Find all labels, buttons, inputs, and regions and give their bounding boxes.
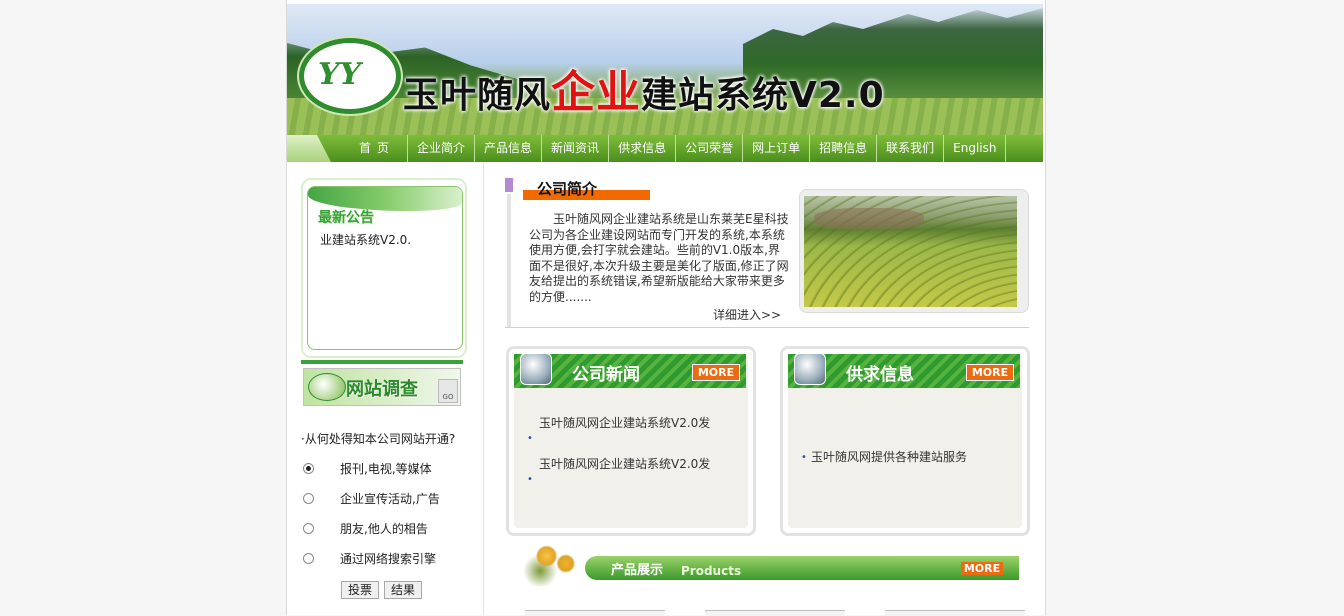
radio-option-2[interactable] [303, 492, 314, 504]
survey-title: 网站调查 [346, 379, 418, 400]
nav-item-news[interactable]: 新闻资讯 [542, 135, 610, 162]
nav-item-contact[interactable]: 联系我们 [877, 135, 945, 162]
survey-banner: 网站调查 GO [303, 368, 461, 406]
about-header: 公司简介 [523, 178, 650, 200]
survey-option-3[interactable]: 朋友,他人的相告 [303, 520, 428, 536]
survey-option-label: 通过网络搜索引擎 [340, 551, 437, 566]
news-box: 公司新闻 MORE • 玉叶随风网企业建站系统V2.0发 • 玉叶随风网企业建站… [506, 346, 756, 536]
supply-item[interactable]: • 玉叶随风网提供各种建站服务 [801, 449, 1011, 490]
products-title: 产品展示 [611, 563, 664, 578]
survey-option-1[interactable]: 报刊,电视,等媒体 [303, 460, 432, 476]
product-thumbnail[interactable] [885, 610, 1025, 616]
product-thumbnails-row [525, 610, 1025, 616]
document-icon [794, 353, 826, 385]
supply-title: 供求信息 [846, 365, 914, 385]
about-title: 公司简介 [537, 180, 598, 198]
site-logo[interactable]: YY [299, 38, 401, 114]
product-thumbnail[interactable] [705, 610, 845, 616]
radio-option-1[interactable] [303, 462, 314, 474]
radio-option-3[interactable] [303, 522, 314, 534]
vote-button[interactable]: 投票 [341, 581, 380, 599]
news-box-header: 公司新闻 MORE [514, 353, 746, 388]
header-banner: YY 玉叶随风企业建站系统V2.0 [287, 4, 1043, 135]
news-more-button[interactable]: MORE [692, 364, 740, 381]
survey-option-label: 朋友,他人的相告 [340, 521, 428, 536]
news-item-text[interactable]: 玉叶随风网企业建站系统V2.0发 [539, 416, 710, 430]
terrace-photo [804, 196, 1017, 307]
radio-option-4[interactable] [303, 552, 314, 564]
bullet-icon: • [801, 452, 807, 463]
logo-text: YY [318, 57, 361, 92]
news-title: 公司新闻 [572, 365, 640, 385]
nav-item-english[interactable]: English [944, 135, 1007, 162]
nav-item-honors[interactable]: 公司荣誉 [676, 135, 744, 162]
survey-divider [301, 360, 463, 364]
survey-question: ·从何处得知本公司网站开通? [301, 432, 456, 446]
nav-item-orders[interactable]: 网上订单 [743, 135, 811, 162]
nav-items: 首页 企业简介 产品信息 新闻资讯 供求信息 公司荣誉 网上订单 招聘信息 联系… [351, 135, 1007, 162]
computer-icon [520, 353, 552, 385]
notice-scroll-text[interactable]: 业建站系统V2.0. [320, 231, 411, 248]
about-divider [505, 327, 1029, 328]
nav-item-supply[interactable]: 供求信息 [609, 135, 677, 162]
flower-icon [521, 536, 585, 586]
products-subtitle: Products [681, 564, 742, 578]
news-item[interactable]: • 玉叶随风网企业建站系统V2.0发 [527, 456, 739, 497]
nav-item-home[interactable]: 首页 [351, 135, 409, 162]
about-text: 玉叶随风网企业建站系统是山东莱芜E星科技公司为各企业建设网站而专门开发的系统,本… [529, 212, 789, 304]
nav-item-jobs[interactable]: 招聘信息 [810, 135, 878, 162]
products-strip: 产品展示 Products MORE [585, 556, 1019, 580]
survey-option-2[interactable]: 企业宣传活动,广告 [303, 490, 440, 506]
notice-inner: 最新公告 业建站系统V2.0. [307, 186, 463, 350]
products-more-button[interactable]: MORE [961, 562, 1003, 575]
page: YY 玉叶随风企业建站系统V2.0 首页 企业简介 产品信息 新闻资讯 供求信息… [286, 0, 1046, 616]
about-vertical-line [507, 194, 511, 328]
products-header: 产品展示 Products MORE [521, 536, 1021, 586]
site-title-part3: 建站系统V2.0 [641, 75, 885, 116]
about-more-link[interactable]: 详细进入>> [713, 306, 781, 323]
site-title: 玉叶随风企业建站系统V2.0 [403, 56, 885, 120]
bullet-icon: • [527, 433, 533, 444]
nav-item-products[interactable]: 产品信息 [475, 135, 543, 162]
survey-go-icon: GO [438, 379, 458, 403]
supply-item-text[interactable]: 玉叶随风网提供各种建站服务 [811, 450, 967, 464]
nav-item-about[interactable]: 企业简介 [408, 135, 476, 162]
survey-option-label: 企业宣传活动,广告 [340, 491, 440, 506]
product-thumbnail[interactable] [525, 610, 665, 616]
about-marker [505, 178, 513, 192]
supply-list: • 玉叶随风网提供各种建站服务 [801, 449, 1011, 490]
notice-box: 最新公告 业建站系统V2.0. [301, 178, 467, 358]
news-item-text[interactable]: 玉叶随风网企业建站系统V2.0发 [539, 457, 710, 471]
result-button[interactable]: 结果 [384, 581, 423, 599]
survey-option-4[interactable]: 通过网络搜索引擎 [303, 550, 436, 566]
site-title-part2: 企业 [551, 67, 642, 118]
supply-more-button[interactable]: MORE [966, 364, 1014, 381]
left-sidebar: 最新公告 业建站系统V2.0. 网站调查 GO ·从何处得知本公司网站开通? 报… [287, 162, 484, 615]
nav-left-decoration [287, 135, 331, 162]
survey-option-label: 报刊,电视,等媒体 [340, 461, 432, 476]
bullet-icon: • [527, 474, 533, 485]
news-item[interactable]: • 玉叶随风网企业建站系统V2.0发 [527, 415, 739, 456]
notice-title: 最新公告 [318, 210, 374, 226]
supply-box: 供求信息 MORE • 玉叶随风网提供各种建站服务 [780, 346, 1030, 536]
main-nav: 首页 企业简介 产品信息 新闻资讯 供求信息 公司荣誉 网上订单 招聘信息 联系… [287, 135, 1043, 162]
site-title-part1: 玉叶随风 [403, 75, 552, 116]
book-icon [308, 373, 346, 401]
supply-box-header: 供求信息 MORE [788, 353, 1020, 388]
news-list: • 玉叶随风网企业建站系统V2.0发 • 玉叶随风网企业建站系统V2.0发 [527, 415, 739, 497]
